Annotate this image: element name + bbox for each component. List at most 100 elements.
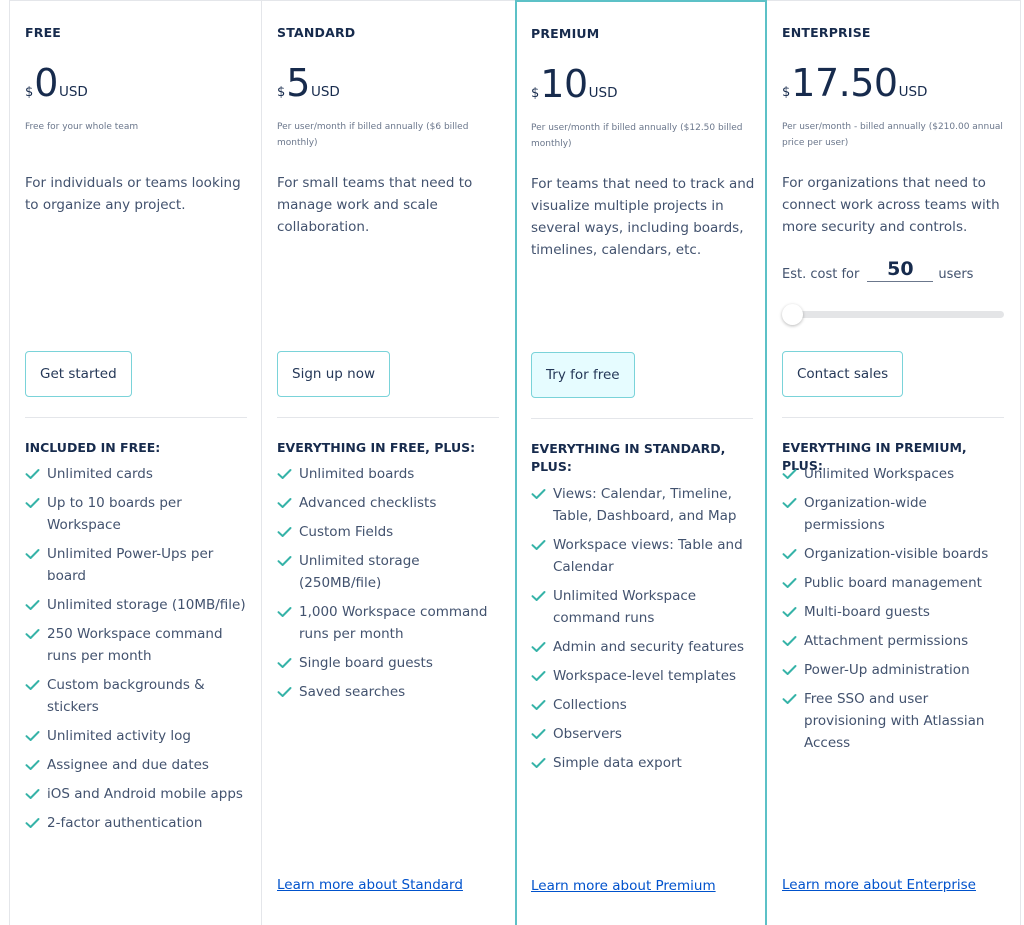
feature-item: 2-factor authentication [25,812,250,834]
feature-text: Unlimited Workspaces [804,466,955,482]
slider-track[interactable] [784,311,1004,318]
features-title: INCLUDED IN FREE: [25,440,161,455]
features-title: EVERYTHING IN STANDARD, PLUS: [531,441,726,474]
checkmark-icon [531,483,553,505]
user-count-slider[interactable] [782,303,1004,325]
feature-text: Admin and security features [553,639,744,655]
plan-description: For individuals or teams looking to orga… [25,175,241,213]
checkmark-icon [782,659,804,681]
checkmark-icon [782,492,804,514]
plan-name: ENTERPRISE [782,25,871,40]
feature-text: Unlimited Workspace command runs [553,588,697,626]
checkmark-icon [531,723,553,745]
plan-price: $ 17.50 USD [782,63,927,103]
checkmark-icon [782,688,804,710]
feature-list: Views: Calendar, Timeline, Table, Dashbo… [531,483,756,781]
checkmark-icon [25,725,47,747]
feature-item: Unlimited storage (250MB/file) [277,550,502,594]
checkmark-icon [277,652,299,674]
feature-item: Custom Fields [277,521,502,543]
currency-code: USD [898,84,928,100]
currency-code: USD [58,84,88,100]
learn-more-enterprise-link[interactable]: Learn more about Enterprise [782,877,976,893]
feature-text: Custom Fields [299,524,394,540]
feature-text: Saved searches [299,684,406,700]
checkmark-icon [277,550,299,572]
checkmark-icon [25,623,47,645]
learn-more-standard-link[interactable]: Learn more about Standard [277,877,463,893]
feature-item: Views: Calendar, Timeline, Table, Dashbo… [531,483,756,527]
divider [277,417,499,418]
checkmark-icon [25,674,47,696]
slider-thumb[interactable] [782,304,803,325]
feature-item: 250 Workspace command runs per month [25,623,250,667]
price-amount: 5 [286,61,310,105]
learn-more-premium-link[interactable]: Learn more about Premium [531,878,716,894]
feature-item: Assignee and due dates [25,754,250,776]
feature-text: Unlimited cards [47,466,153,482]
checkmark-icon [782,463,804,485]
feature-item: Up to 10 boards per Workspace [25,492,250,536]
feature-text: Attachment permissions [804,633,969,649]
plan-price: $ 0 USD [25,63,88,103]
feature-item: Unlimited Power-Ups per board [25,543,250,587]
feature-text: Simple data export [553,755,682,771]
estimator-prefix: Est. cost for [782,267,860,282]
feature-item: Unlimited Workspace command runs [531,585,756,629]
checkmark-icon [531,585,553,607]
features-title: EVERYTHING IN FREE, PLUS: [277,440,476,455]
checkmark-icon [782,601,804,623]
divider [782,417,1004,418]
feature-item: Organization-wide permissions [782,492,1007,536]
plan-card-free: FREE $ 0 USD Free for your whole team Fo… [9,1,261,925]
feature-text: Up to 10 boards per Workspace [47,495,182,533]
feature-text: Advanced checklists [299,495,437,511]
contact-sales-button[interactable]: Contact sales [782,351,904,397]
sign-up-now-button[interactable]: Sign up now [277,351,391,397]
price-amount: 17.50 [791,61,898,105]
checkmark-icon [25,783,47,805]
plan-description: For small teams that need to manage work… [277,175,473,235]
checkmark-icon [531,752,553,774]
plan-card-standard: STANDARD $ 5 USD Per user/month if bille… [261,1,515,925]
feature-text: Assignee and due dates [47,757,209,773]
feature-text: Workspace views: Table and Calendar [553,537,743,575]
checkmark-icon [25,754,47,776]
plan-price: $ 5 USD [277,63,340,103]
pricing-grid: FREE $ 0 USD Free for your whole team Fo… [9,0,1021,925]
price-note: Per user/month if billed annually ($12.5… [531,123,743,149]
feature-text: Unlimited boards [299,466,415,482]
feature-item: Attachment permissions [782,630,1007,652]
feature-item: Unlimited cards [25,463,250,485]
feature-item: Unlimited boards [277,463,502,485]
currency-code: USD [310,84,340,100]
feature-item: Collections [531,694,756,716]
feature-text: 1,000 Workspace command runs per month [299,604,488,642]
checkmark-icon [531,636,553,658]
price-note: Per user/month if billed annually ($6 bi… [277,122,469,148]
user-count-input[interactable]: 50 [867,257,934,282]
feature-text: Unlimited activity log [47,728,191,744]
try-for-free-button[interactable]: Try for free [531,352,635,398]
feature-text: Multi-board guests [804,604,930,620]
feature-text: Public board management [804,575,982,591]
checkmark-icon [782,543,804,565]
feature-text: iOS and Android mobile apps [47,786,243,802]
feature-text: Workspace-level templates [553,668,737,684]
feature-text: 250 Workspace command runs per month [47,626,223,664]
currency-symbol: $ [782,85,791,100]
feature-text: Single board guests [299,655,433,671]
checkmark-icon [277,463,299,485]
checkmark-icon [277,492,299,514]
plan-description: For organizations that need to connect w… [782,175,1000,235]
price-note: Per user/month - billed annually ($210.0… [782,122,1003,148]
checkmark-icon [531,665,553,687]
feature-item: Advanced checklists [277,492,502,514]
price-amount: 10 [540,62,588,106]
currency-symbol: $ [531,86,540,101]
get-started-button[interactable]: Get started [25,351,132,397]
plan-card-enterprise: ENTERPRISE $ 17.50 USD Per user/month - … [767,1,1021,925]
divider [531,418,753,419]
checkmark-icon [25,463,47,485]
feature-text: Unlimited storage (10MB/file) [47,597,246,613]
